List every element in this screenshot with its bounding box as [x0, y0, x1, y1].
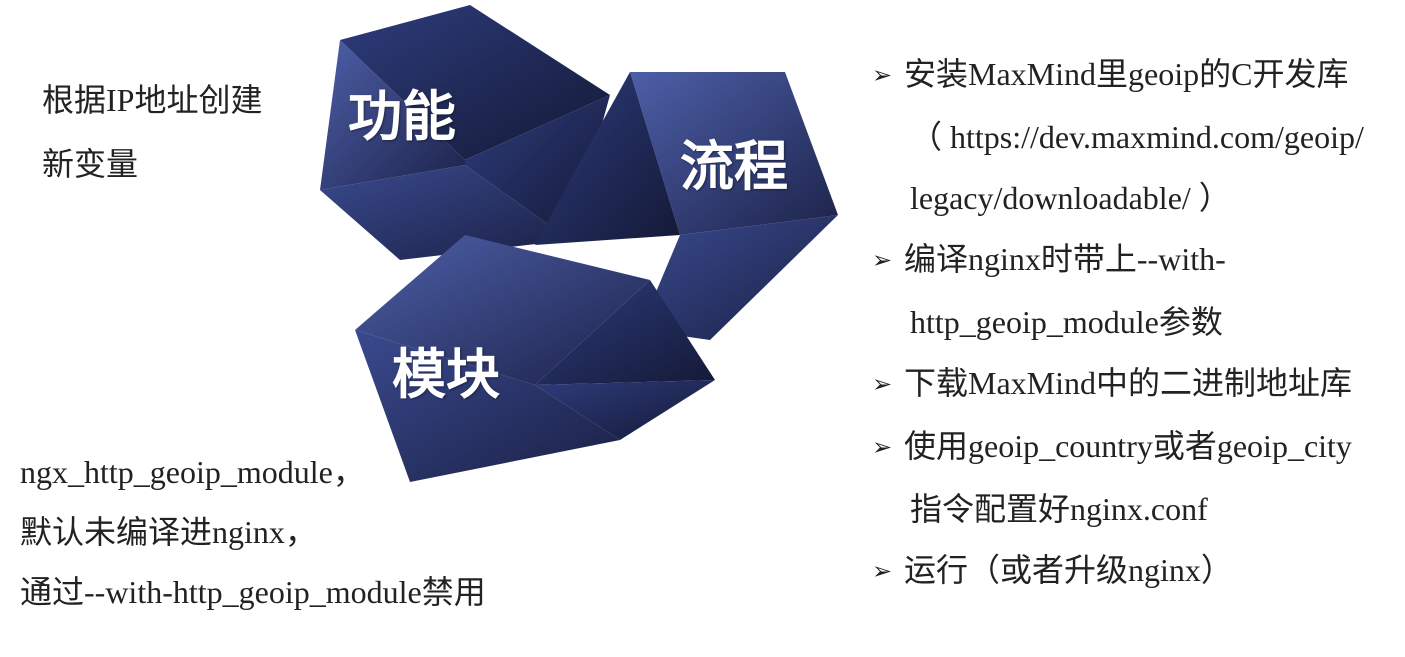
process-steps-list: ➢ 安装MaxMind里geoip的C开发库 （ https://dev.maxm…: [872, 44, 1364, 603]
arrow-right-icon: ➢: [872, 248, 893, 274]
arrow-right-icon: ➢: [872, 435, 893, 461]
function-line: 根据IP地址创建: [42, 82, 263, 118]
arrow-right-icon: ➢: [872, 63, 893, 89]
list-item: ➢ 使用geoip_country或者geoip_city: [872, 416, 1364, 479]
cube-label-process: 流程: [680, 135, 788, 198]
arrow-right-icon: ➢: [872, 372, 893, 398]
list-item: ➢ 安装MaxMind里geoip的C开发库: [872, 44, 1364, 107]
module-line: ngx_http_geoip_module，: [20, 454, 365, 490]
cube-label-function: 功能: [348, 85, 456, 148]
module-line: 通过--with-http_geoip_module禁用: [20, 574, 486, 610]
function-description: 根据IP地址创建 新变量: [42, 68, 262, 196]
list-item-continuation: （ https://dev.maxmind.com/geoip/: [910, 119, 1364, 155]
list-item: ➢ 编译nginx时带上--with-: [872, 229, 1364, 292]
list-item-continuation: 指令配置好nginx.conf: [910, 491, 1208, 527]
module-description: ngx_http_geoip_module， 默认未编译进nginx， 通过--…: [20, 442, 486, 622]
cube-label-module: 模块: [392, 343, 500, 406]
list-item: ➢ 运行（或者升级nginx）: [872, 540, 1364, 603]
function-line: 新变量: [42, 146, 139, 182]
list-item-continuation: http_geoip_module参数: [910, 304, 1223, 340]
list-item-continuation: legacy/downloadable/ ）: [910, 180, 1231, 216]
arrow-right-icon: ➢: [872, 559, 893, 585]
list-item: ➢ 下载MaxMind中的二进制地址库: [872, 353, 1364, 416]
module-line: 默认未编译进nginx，: [20, 514, 317, 550]
